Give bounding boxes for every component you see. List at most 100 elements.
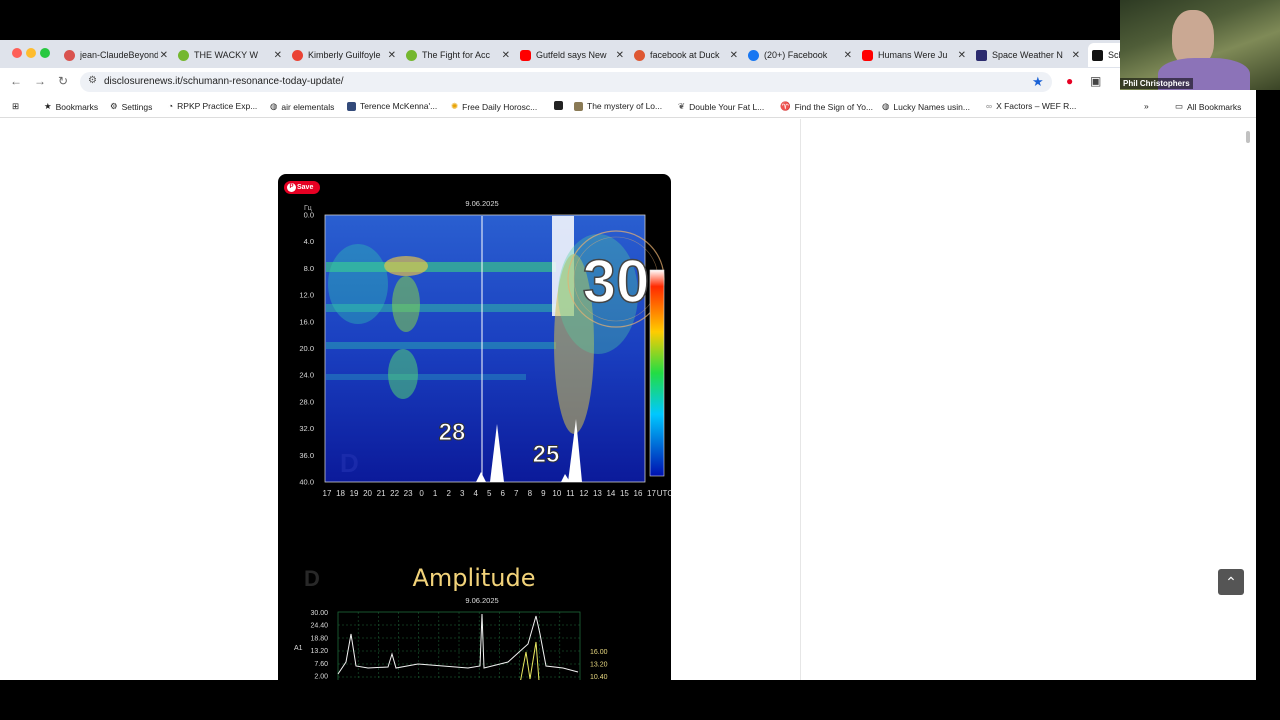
scrollbar-thumb[interactable] (1246, 131, 1250, 143)
bookmark-star-icon[interactable]: ★ (1032, 74, 1044, 90)
tab-gutfeld[interactable]: Gutfeld says New ✕ (520, 43, 624, 67)
amplitude-left-ticks: 30.0024.4018.8013.207.602.00 (310, 610, 328, 680)
bookmark-all-bookmarks[interactable]: ▭ All Bookmarks (1175, 101, 1241, 112)
x-tick-label: 17 (647, 489, 656, 498)
close-icon[interactable]: ✕ (616, 50, 624, 61)
bookmark-label: The mystery of Lo... (587, 101, 663, 111)
activity-blob (384, 256, 428, 276)
amplitude-title: Amplitude (413, 564, 536, 592)
bookmark-double-fat[interactable]: ❦ Double Your Fat L... (678, 101, 764, 112)
amplitude-date: 9.06.2025 (465, 596, 498, 605)
youtube-icon (862, 49, 873, 61)
bookmark-terence[interactable]: Terence McKenna'... (347, 101, 437, 111)
bookmark-settings[interactable]: ⚙ Settings (110, 101, 152, 112)
pinterest-save-button[interactable]: P Save (284, 181, 320, 194)
y-tick-label: 4.0 (304, 237, 314, 246)
band-4 (326, 374, 526, 380)
reload-icon[interactable]: ↻ (58, 74, 68, 88)
chevron-up-icon: ⌃ (1225, 574, 1237, 590)
rumble-icon (178, 49, 189, 61)
tab-space-weather[interactable]: Space Weather N ✕ (976, 43, 1080, 67)
x-tick-label: 16 (634, 489, 643, 498)
page-content: ⌃ P Save 9.06.2025 Гц D 30 28 25 0.0 4.0… (0, 119, 1256, 680)
x-tick-label: 23 (404, 489, 413, 498)
bookmark-label: Free Daily Horosc... (462, 101, 538, 112)
x-tick-label: 11 (566, 489, 575, 498)
tab-duckduckgo[interactable]: facebook at Duck ✕ (634, 43, 738, 67)
y-tick-label: 8.0 (304, 264, 314, 273)
x-tick-label: 1 (433, 489, 438, 498)
pinterest-extension-icon[interactable]: ● (1066, 74, 1073, 88)
globe-icon: ◍ (882, 101, 890, 111)
close-window-button[interactable] (12, 48, 22, 58)
globe-icon: ◍ (270, 101, 278, 111)
y-tick-label: 28.0 (299, 397, 314, 406)
bookmark-mystery[interactable]: The mystery of Lo... (574, 101, 662, 111)
y-tick-label: 20.0 (299, 344, 314, 353)
close-icon[interactable]: ✕ (958, 50, 966, 61)
close-icon[interactable]: ✕ (844, 50, 852, 61)
duckduckgo-icon (634, 49, 645, 61)
tab-jean-claude[interactable]: jean-ClaudeBeyond ✕ (64, 43, 168, 67)
x-tick-label: 10 (552, 489, 561, 498)
big-number-30: 30 (583, 248, 650, 315)
tab-humans[interactable]: Humans Were Ju ✕ (862, 43, 966, 67)
x-tick-label: 20 (363, 489, 372, 498)
back-arrow-icon[interactable]: ← (10, 74, 22, 88)
close-icon[interactable]: ✕ (1072, 50, 1080, 61)
scroll-to-top-button[interactable]: ⌃ (1218, 569, 1244, 595)
tab-label: Kimberly Guilfoyle (308, 50, 381, 60)
x-tick-label: 12 (579, 489, 588, 498)
url-text[interactable]: disclosurenews.it/schumann-resonance-tod… (104, 76, 344, 87)
x-tick-label: 3 (460, 489, 465, 498)
image-icon (347, 101, 356, 111)
close-icon[interactable]: ✕ (730, 50, 738, 61)
bookmark-rpkp[interactable]: ◔ RPKP Practice Exp... (168, 101, 257, 111)
amplitude-left-tick: 7.60 (314, 661, 328, 668)
amplitude-right-tick: 16.00 (590, 649, 608, 656)
bookmark-lucky-names[interactable]: ◍ Lucky Names usin... (882, 101, 970, 112)
bookmark-horoscope[interactable]: ✺ Free Daily Horosc... (451, 101, 537, 112)
x-tick-label: 6 (501, 489, 506, 498)
close-icon[interactable]: ✕ (502, 50, 510, 61)
apps-grid-icon[interactable]: ⊞ (12, 101, 19, 112)
address-bar[interactable]: ⚙ disclosurenews.it/schumann-resonance-t… (80, 72, 1052, 92)
close-icon[interactable]: ✕ (160, 50, 168, 61)
x-tick-label: 7 (514, 489, 519, 498)
tab-facebook[interactable]: (20+) Facebook ✕ (748, 43, 852, 67)
minimize-window-button[interactable] (26, 48, 36, 58)
amplitude-left-tick: 13.20 (310, 648, 328, 655)
x-tick-label: 18 (336, 489, 345, 498)
bookmark-m[interactable] (554, 101, 567, 110)
tab-label: Space Weather N (992, 50, 1063, 60)
amplitude-left-tick: 30.00 (310, 610, 328, 617)
tab-kimberly[interactable]: Kimberly Guilfoyle ✕ (292, 43, 396, 67)
bookmark-bookmarks[interactable]: ★ Bookmarks (44, 101, 98, 112)
y-tick-label: 12.0 (299, 291, 314, 300)
close-icon[interactable]: ✕ (274, 50, 282, 61)
close-icon[interactable]: ✕ (388, 50, 396, 61)
bookmark-find-sign[interactable]: ♈ Find the Sign of Yo... (780, 101, 873, 112)
bookmark-air-elementals[interactable]: ◍ air elementals (270, 101, 334, 112)
forward-arrow-icon[interactable]: → (34, 74, 46, 88)
x-tick-label: 15 (620, 489, 629, 498)
tab-fight[interactable]: The Fight for Acc ✕ (406, 43, 510, 67)
x-tick-label: 8 (528, 489, 533, 498)
disclosure-icon (1092, 49, 1103, 61)
watermark-logo: D (340, 448, 359, 478)
activity-blob (392, 276, 420, 332)
sign-icon: ♈ (780, 101, 791, 111)
more-bookmarks-chevron-icon[interactable]: » (1144, 101, 1149, 111)
bookmark-label: Bookmarks (55, 101, 99, 112)
band-3 (326, 342, 556, 349)
tab-wacky[interactable]: THE WACKY W ✕ (178, 43, 282, 67)
y-tick-label: 36.0 (299, 451, 314, 460)
bookmark-x-factors[interactable]: ∞ X Factors – WEF R... (986, 101, 1076, 111)
folder-icon: ▭ (1175, 101, 1184, 111)
maximize-window-button[interactable] (40, 48, 50, 58)
site-settings-icon[interactable]: ⚙ (88, 75, 97, 86)
amplitude-left-tick: 18.80 (310, 635, 328, 642)
amplitude-right-tick: 13.20 (590, 662, 608, 669)
gmail-icon (292, 49, 303, 61)
extension-icon[interactable]: ▣ (1090, 74, 1101, 88)
